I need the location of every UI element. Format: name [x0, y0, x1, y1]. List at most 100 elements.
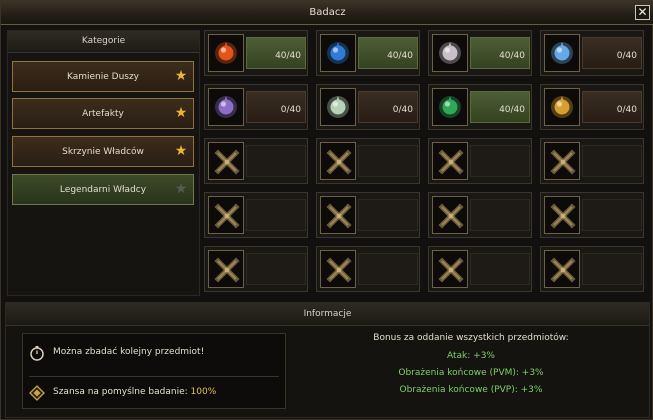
category-item-1[interactable]: Kamienie Duszy ★ — [12, 61, 194, 92]
slot-icon-frame — [432, 250, 468, 288]
locked-slot[interactable] — [428, 138, 532, 184]
research-status-box: Można zbadać kolejny przedmiot! Szansa n… — [22, 333, 286, 409]
crossed-planks-icon — [214, 149, 240, 175]
crossed-planks-icon — [326, 257, 352, 283]
category-panel: Kategorie Kamienie Duszy ★ Artefakty ★ Skrzy… — [7, 30, 200, 296]
stopwatch-icon — [30, 346, 44, 361]
locked-slot[interactable] — [540, 192, 644, 238]
slot-icon-frame — [432, 88, 468, 126]
info-header: Informacje — [6, 303, 649, 326]
slot-icon-frame — [432, 196, 468, 234]
researcher-window: Badacz ✕ Kategorie Kamienie Duszy ★ Artefa… — [0, 0, 653, 420]
crossed-planks-icon — [438, 149, 464, 175]
gold-medallion-icon — [551, 96, 573, 118]
slot-icon-frame — [320, 142, 356, 180]
locked-slot[interactable] — [540, 138, 644, 184]
star-icon: ★ — [174, 68, 188, 84]
item-slot[interactable]: 40/40 — [316, 30, 420, 76]
item-slot[interactable]: 0/40 — [540, 84, 644, 130]
window-title: Badacz — [309, 7, 346, 18]
item-slot[interactable]: 40/40 — [428, 30, 532, 76]
category-item-3[interactable]: Skrzynie Władców ★ — [12, 136, 194, 167]
bonus-line-pvp: Obrażenia końcowe (PVP): +3% — [399, 385, 543, 395]
ice-orb-icon — [327, 42, 349, 64]
crossed-planks-icon — [326, 149, 352, 175]
frost-dragon-icon — [551, 42, 573, 64]
slot-count: 0/40 — [616, 105, 637, 115]
skull-crest-icon — [439, 42, 461, 64]
slot-icon-frame — [544, 88, 580, 126]
locked-slot[interactable] — [428, 246, 532, 292]
locked-slot[interactable] — [316, 246, 420, 292]
chance-diamond-icon — [29, 385, 45, 401]
info-divider — [29, 376, 279, 377]
category-label: Skrzynie Władców — [62, 147, 144, 157]
item-slot[interactable]: 40/40 — [428, 84, 532, 130]
crossed-planks-icon — [550, 203, 576, 229]
slot-icon-frame — [320, 88, 356, 126]
category-item-2[interactable]: Artefakty ★ — [12, 98, 194, 129]
slot-progress-bar — [246, 145, 306, 177]
locked-slot[interactable] — [204, 138, 308, 184]
crossed-planks-icon — [438, 203, 464, 229]
slot-icon-frame — [320, 34, 356, 72]
slot-progress-bar — [246, 253, 306, 285]
slot-progress-bar — [246, 199, 306, 231]
star-icon: ★ — [174, 181, 188, 197]
title-bar[interactable]: Badacz ✕ — [1, 1, 653, 25]
slot-count: 0/40 — [392, 105, 413, 115]
slot-progress-bar — [358, 199, 418, 231]
bonus-section: Bonus za oddanie wszystkich przedmiotów:… — [296, 333, 646, 402]
slot-count: 40/40 — [275, 51, 301, 61]
slot-progress-bar — [582, 199, 642, 231]
slot-icon-frame — [320, 250, 356, 288]
crossed-planks-icon — [326, 203, 352, 229]
star-icon: ★ — [174, 143, 188, 159]
dark-crystal-icon — [215, 96, 237, 118]
category-header: Kategorie — [8, 31, 199, 53]
star-icon: ★ — [174, 105, 188, 121]
slot-icon-frame — [208, 34, 244, 72]
slot-icon-frame — [544, 196, 580, 234]
locked-slot[interactable] — [316, 138, 420, 184]
locked-slot[interactable] — [204, 192, 308, 238]
item-slot[interactable]: 0/40 — [316, 84, 420, 130]
bonus-line-attack: Atak: +3% — [447, 351, 495, 361]
slot-icon-frame — [544, 34, 580, 72]
bonus-line-pvm: Obrażenia końcowe (PVM): +3% — [398, 368, 544, 378]
category-item-4[interactable]: Legendarni Władcy ★ — [12, 174, 194, 205]
slot-icon-frame — [208, 196, 244, 234]
info-panel: Informacje Można zbadać kolejny przedmio… — [5, 302, 650, 418]
slot-icon-frame — [544, 250, 580, 288]
fire-orb-icon — [215, 42, 237, 64]
slot-icon-frame — [544, 142, 580, 180]
slot-icon-frame — [208, 88, 244, 126]
crossed-planks-icon — [214, 203, 240, 229]
category-label: Artefakty — [82, 109, 124, 119]
slot-progress-bar — [582, 253, 642, 285]
crossed-planks-icon — [214, 257, 240, 283]
close-button[interactable]: ✕ — [635, 5, 650, 20]
category-label: Legendarni Władcy — [59, 185, 147, 195]
bonus-title: Bonus za oddanie wszystkich przedmiotów: — [373, 333, 569, 343]
locked-slot[interactable] — [428, 192, 532, 238]
silver-emblem-icon — [327, 96, 349, 118]
slot-progress-bar — [470, 199, 530, 231]
slot-progress-bar — [470, 145, 530, 177]
item-slot[interactable]: 0/40 — [204, 84, 308, 130]
slot-count: 0/40 — [616, 51, 637, 61]
item-grid: 40/40 40/40 40/40 0/40 0/40 0/40 40/40 0/40 — [204, 30, 652, 298]
crossed-planks-icon — [550, 257, 576, 283]
slot-count: 40/40 — [387, 51, 413, 61]
locked-slot[interactable] — [316, 192, 420, 238]
slot-icon-frame — [432, 142, 468, 180]
locked-slot[interactable] — [540, 246, 644, 292]
category-label: Kamienie Duszy — [66, 72, 140, 82]
item-slot[interactable]: 0/40 — [540, 30, 644, 76]
slot-icon-frame — [208, 250, 244, 288]
crossed-planks-icon — [550, 149, 576, 175]
slot-progress-bar — [358, 253, 418, 285]
item-slot[interactable]: 40/40 — [204, 30, 308, 76]
locked-slot[interactable] — [204, 246, 308, 292]
slot-progress-bar — [582, 145, 642, 177]
